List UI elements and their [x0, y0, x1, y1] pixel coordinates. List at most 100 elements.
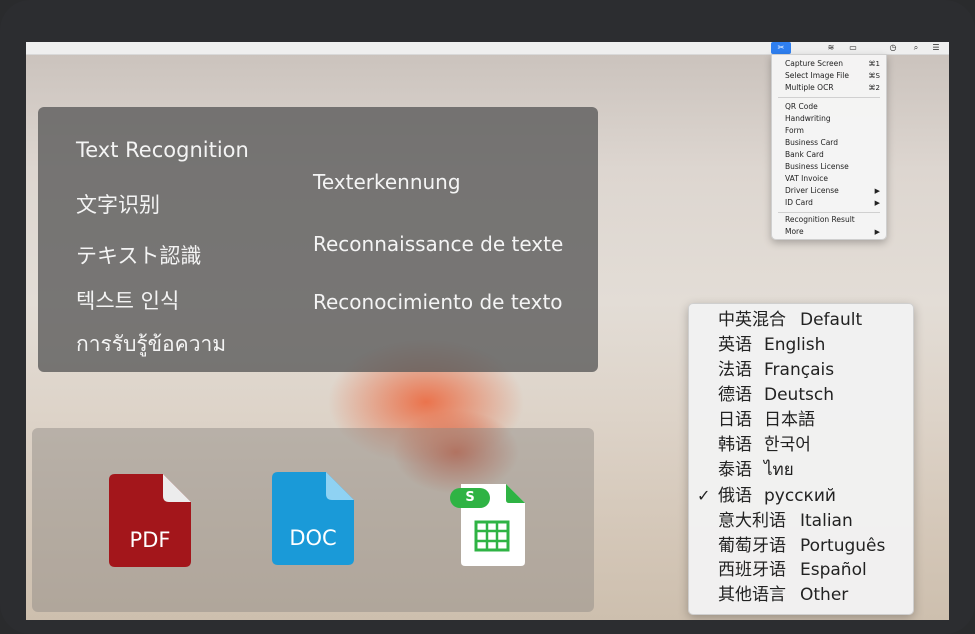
menu-item-more[interactable]: More ▶: [772, 226, 886, 238]
menu-item-multiple-ocr[interactable]: Multiple OCR ⌘2: [772, 82, 886, 94]
checkmark-icon: ✓: [697, 486, 711, 505]
pdf-document-shape: [109, 474, 191, 567]
language-chinese-name: 中英混合: [718, 310, 786, 330]
menu-item-recognition-result[interactable]: Recognition Result: [772, 214, 886, 226]
language-chinese-name: 日语: [718, 410, 752, 430]
language-chinese-name: 其他语言: [718, 585, 786, 605]
submenu-arrow-icon: ▶: [874, 199, 880, 207]
language-chinese-name: 泰语: [718, 460, 752, 480]
language-native-name: Other: [800, 585, 849, 605]
menu-item-id-card[interactable]: ID Card ▶: [772, 197, 886, 209]
language-native-name: 한국어: [764, 435, 811, 455]
menu-item-label: Business License: [785, 162, 849, 171]
doc-document-shape: [272, 472, 354, 565]
menu-separator: [778, 212, 880, 213]
pdf-file-icon[interactable]: PDF: [109, 474, 191, 567]
text-recognition-spanish: Reconocimiento de texto: [313, 290, 563, 314]
wifi-icon[interactable]: ≋: [824, 42, 838, 54]
language-item-english[interactable]: 英语 English: [689, 333, 913, 357]
language-item-russian[interactable]: ✓ 俄语 русский: [689, 484, 913, 508]
menu-item-label: Bank Card: [785, 150, 824, 159]
menu-item-qr-code[interactable]: QR Code: [772, 101, 886, 113]
text-recognition-korean: 텍스트 인식: [76, 289, 180, 313]
menu-item-shortcut: ⌘2: [868, 84, 880, 92]
language-menu: 中英混合 Default 英语 English 法语 Français 德语 Deuts…: [688, 303, 914, 615]
language-native-name: Español: [800, 560, 867, 580]
text-recognition-panel: Text Recognition 文字识别 テキスト認識 텍스트 인식 การร…: [38, 107, 598, 372]
menu-item-select-image-file[interactable]: Select Image File ⌘S: [772, 70, 886, 82]
menu-item-handwriting[interactable]: Handwriting: [772, 113, 886, 125]
search-icon[interactable]: ⌕: [910, 42, 922, 54]
menu-item-label: Business Card: [785, 138, 839, 147]
spreadsheet-file-icon[interactable]: S: [450, 480, 525, 566]
menu-item-label: QR Code: [785, 102, 818, 111]
language-chinese-name: 意大利语: [718, 511, 786, 531]
menu-item-label: Handwriting: [785, 114, 831, 123]
menu-item-label: More: [785, 227, 804, 236]
battery-icon[interactable]: ▭: [844, 42, 862, 54]
language-native-name: Default: [800, 310, 863, 330]
menu-item-label: Capture Screen: [785, 59, 843, 68]
language-item-french[interactable]: 法语 Français: [689, 358, 913, 382]
menu-item-form[interactable]: Form: [772, 125, 886, 137]
doc-label: DOC: [289, 526, 337, 550]
language-item-japanese[interactable]: 日语 日本語: [689, 408, 913, 432]
menu-item-business-license[interactable]: Business License: [772, 161, 886, 173]
language-item-spanish[interactable]: 西班牙语 Español: [689, 558, 913, 582]
app-logo-icon[interactable]: ✂: [771, 42, 791, 54]
language-chinese-name: 德语: [718, 385, 752, 405]
menu-item-label: Driver License: [785, 186, 839, 195]
list-icon[interactable]: ☰: [929, 42, 943, 54]
text-recognition-japanese: テキスト認識: [76, 244, 202, 268]
menu-item-label: Select Image File: [785, 71, 849, 80]
language-native-name: 日本語: [764, 410, 815, 430]
language-item-korean[interactable]: 韩语 한국어: [689, 433, 913, 457]
language-item-other[interactable]: 其他语言 Other: [689, 583, 913, 607]
text-recognition-chinese: 文字识别: [76, 193, 160, 217]
language-native-name: русский: [764, 486, 836, 506]
language-chinese-name: 韩语: [718, 435, 752, 455]
desktop-screen: ✂ ≋ ▭ ◷ ⌕ ☰ Capture Screen ⌘1 Select Imag…: [26, 42, 949, 620]
language-item-italian[interactable]: 意大利语 Italian: [689, 509, 913, 533]
language-chinese-name: 法语: [718, 360, 752, 380]
menu-separator: [778, 97, 880, 98]
language-chinese-name: 葡萄牙语: [718, 536, 786, 556]
menu-item-label: Recognition Result: [785, 215, 855, 224]
language-item-portuguese[interactable]: 葡萄牙语 Português: [689, 534, 913, 558]
menu-item-driver-license[interactable]: Driver License ▶: [772, 185, 886, 197]
language-chinese-name: 英语: [718, 335, 752, 355]
language-item-default[interactable]: 中英混合 Default: [689, 308, 913, 332]
language-chinese-name: 西班牙语: [718, 560, 786, 580]
language-item-thai[interactable]: 泰语 ไทย: [689, 458, 913, 482]
submenu-arrow-icon: ▶: [874, 228, 880, 236]
menu-item-label: VAT Invoice: [785, 174, 828, 183]
text-recognition-french: Reconnaissance de texte: [313, 232, 564, 256]
clock-icon[interactable]: ◷: [887, 42, 899, 54]
language-native-name: ไทย: [764, 460, 794, 480]
pdf-label: PDF: [129, 528, 171, 552]
menu-item-shortcut: ⌘S: [868, 72, 880, 80]
export-formats-panel: PDF DOC S: [32, 428, 594, 612]
language-native-name: Deutsch: [764, 385, 834, 405]
language-native-name: Français: [764, 360, 835, 380]
menu-item-label: ID Card: [785, 198, 813, 207]
menu-item-vat-invoice[interactable]: VAT Invoice: [772, 173, 886, 185]
device-frame: ✂ ≋ ▭ ◷ ⌕ ☰ Capture Screen ⌘1 Select Imag…: [0, 0, 975, 634]
menu-item-business-card[interactable]: Business Card: [772, 137, 886, 149]
doc-file-icon[interactable]: DOC: [272, 472, 354, 565]
language-item-german[interactable]: 德语 Deutsch: [689, 383, 913, 407]
language-native-name: Português: [800, 536, 886, 556]
menu-item-label: Form: [785, 126, 804, 135]
menu-item-label: Multiple OCR: [785, 83, 834, 92]
text-recognition-english: Text Recognition: [76, 138, 249, 162]
menu-item-bank-card[interactable]: Bank Card: [772, 149, 886, 161]
menu-item-capture-screen[interactable]: Capture Screen ⌘1: [772, 58, 886, 70]
spreadsheet-badge: S: [465, 490, 475, 505]
text-recognition-thai: การรับรู้ข้อความ: [76, 332, 227, 356]
language-chinese-name: 俄语: [718, 486, 752, 506]
menu-item-shortcut: ⌘1: [868, 60, 880, 68]
text-recognition-german: Texterkennung: [313, 170, 461, 194]
language-native-name: English: [764, 335, 826, 355]
submenu-arrow-icon: ▶: [874, 187, 880, 195]
app-dropdown-menu: Capture Screen ⌘1 Select Image File ⌘S Mul…: [771, 54, 887, 240]
